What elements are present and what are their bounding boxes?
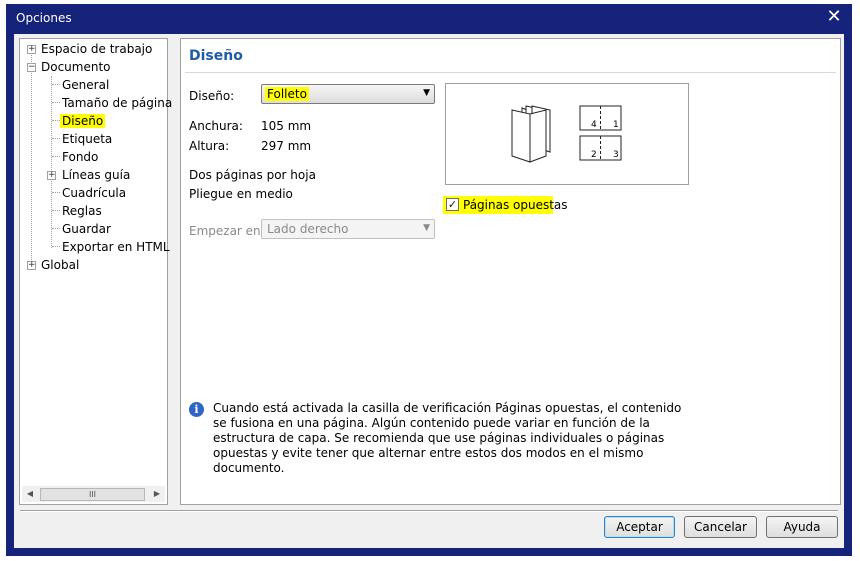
tree-branch	[52, 228, 60, 229]
tree-item-label: Fondo	[62, 150, 99, 164]
layout-select-value: Folleto	[265, 87, 309, 101]
expand-icon[interactable]: +	[47, 171, 56, 180]
tree-item-general[interactable]: General	[62, 76, 109, 94]
facing-pages-label: Páginas opuestas	[463, 198, 568, 212]
chevron-down-icon: ▼	[423, 88, 430, 98]
scroll-right-icon[interactable]: ▶	[149, 486, 165, 502]
tree-item-label: Tamaño de página	[62, 96, 173, 110]
tree-item-label: Global	[41, 258, 80, 272]
start-at-label: Empezar en:	[189, 224, 265, 238]
preview-page-2: 2	[591, 150, 597, 160]
tree-item-cuadricula[interactable]: Cuadrícula	[62, 184, 126, 202]
facing-pages-checkbox[interactable]: ✓	[446, 198, 459, 211]
tree-item-label: Espacio de trabajo	[41, 42, 153, 56]
tree-item-label: Documento	[41, 60, 111, 74]
close-icon[interactable]: ✕	[824, 7, 844, 27]
tree-item-fondo[interactable]: Fondo	[62, 148, 98, 166]
window-title: Opciones	[16, 11, 72, 25]
start-at-value: Lado derecho	[267, 222, 349, 236]
width-value: 105 mm	[261, 119, 312, 133]
tree-item-guardar[interactable]: Guardar	[62, 220, 111, 238]
preview-page-1: 1	[613, 120, 619, 130]
collapse-icon[interactable]: −	[27, 63, 36, 72]
ok-button[interactable]: Aceptar	[604, 516, 675, 538]
expand-icon[interactable]: +	[27, 261, 36, 270]
tree-item-label: Diseño	[60, 114, 106, 128]
info-text: Cuando está activada la casilla de verif…	[213, 401, 682, 475]
title-bar: Opciones ✕	[6, 4, 852, 32]
tree-branch	[52, 192, 60, 193]
start-at-select[interactable]: Lado derecho ▼	[261, 219, 435, 239]
tree-branch	[52, 138, 60, 139]
info-icon: i	[189, 402, 204, 417]
dialog-body: + Espacio de trabajo − Documento General…	[14, 34, 844, 548]
preview-page-3: 3	[613, 150, 619, 160]
help-button[interactable]: Ayuda	[766, 516, 838, 538]
page-title: Diseño	[189, 48, 243, 64]
options-dialog: Opciones ✕ + Espacio de trabajo − Docume	[6, 4, 852, 556]
tree-branch	[52, 84, 60, 85]
tree-item-label: Exportar en HTML	[62, 240, 170, 254]
pages-per-sheet-text: Dos páginas por hoja	[189, 168, 316, 182]
tree-branch	[52, 156, 60, 157]
preview-page-4: 4	[591, 120, 597, 130]
tree-item-etiqueta[interactable]: Etiqueta	[62, 130, 112, 148]
chevron-down-icon: ▼	[423, 223, 430, 233]
settings-panel: Diseño Diseño: Folleto ▼ Anchura: 105 mm…	[180, 38, 841, 505]
tree-item-label: Guardar	[62, 222, 111, 236]
tree-item-label: Etiqueta	[62, 132, 113, 146]
tree-branch	[52, 102, 60, 103]
scroll-thumb[interactable]: III	[40, 488, 145, 501]
tree-branch	[52, 210, 60, 211]
height-label: Altura:	[189, 139, 230, 153]
booklet-preview-icon: 4 1 2 3	[511, 105, 622, 163]
tree-item-tamano-de-pagina[interactable]: Tamaño de página	[62, 94, 172, 112]
tree-horizontal-scrollbar[interactable]: ◀ III ▶	[22, 486, 165, 502]
tree-connector	[31, 53, 32, 266]
scroll-left-icon[interactable]: ◀	[22, 486, 38, 502]
tree-item-reglas[interactable]: Reglas	[62, 202, 102, 220]
layout-label: Diseño:	[189, 89, 235, 103]
height-value: 297 mm	[261, 139, 312, 153]
tree-item-label: Cuadrícula	[62, 186, 127, 200]
cancel-button[interactable]: Cancelar	[684, 516, 757, 538]
footer-divider	[20, 510, 838, 512]
category-tree: + Espacio de trabajo − Documento General…	[19, 38, 172, 505]
facing-pages-option[interactable]: ✓ Páginas opuestas	[443, 196, 568, 214]
expand-icon[interactable]: +	[27, 45, 36, 54]
title-divider	[185, 72, 836, 73]
fold-text: Pliegue en medio	[189, 187, 293, 201]
tree-item-diseno[interactable]: Diseño	[60, 112, 106, 130]
layout-preview: 4 1 2 3	[445, 83, 689, 185]
layout-select[interactable]: Folleto ▼	[261, 84, 435, 104]
tree-branch	[52, 246, 60, 247]
tree-item-label: Reglas	[62, 204, 102, 218]
tree-item-label: Líneas guía	[62, 168, 131, 182]
width-label: Anchura:	[189, 119, 243, 133]
tree-item-exportar-en-html[interactable]: Exportar en HTML	[62, 238, 170, 256]
tree-branch	[52, 120, 60, 121]
tree-item-label: General	[62, 78, 110, 92]
